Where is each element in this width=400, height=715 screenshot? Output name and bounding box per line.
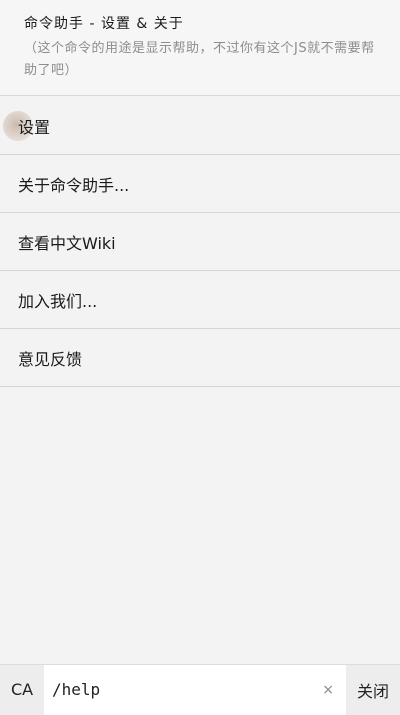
menu-item-wiki[interactable]: 查看中文Wiki — [0, 213, 400, 271]
menu-item-label: 关于命令助手... — [18, 175, 130, 195]
menu-item-settings[interactable]: 设置 — [0, 97, 400, 155]
menu-item-label: 加入我们... — [18, 291, 98, 311]
command-input[interactable] — [44, 668, 304, 711]
command-bar: CA × 关闭 — [0, 664, 400, 715]
close-button[interactable]: 关闭 — [346, 664, 400, 715]
dialog-header: 命令助手 - 设置 & 关于 （这个命令的用途是显示帮助，不过你有这个JS就不需… — [0, 0, 400, 96]
menu-item-label: 查看中文Wiki — [18, 233, 116, 253]
menu-item-label: 设置 — [18, 117, 51, 137]
menu-item-about[interactable]: 关于命令助手... — [0, 155, 400, 213]
header-subtitle: （这个命令的用途是显示帮助，不过你有这个JS就不需要帮助了吧） — [24, 41, 375, 78]
ca-button[interactable]: CA — [0, 664, 44, 715]
menu-item-join-us[interactable]: 加入我们... — [0, 271, 400, 329]
menu-item-feedback[interactable]: 意见反馈 — [0, 329, 400, 387]
command-input-wrapper: × — [44, 664, 346, 715]
header-title: 命令助手 - 设置 & 关于 — [24, 16, 184, 32]
clear-icon[interactable]: × — [322, 682, 334, 698]
menu-item-label: 意见反馈 — [18, 349, 83, 369]
settings-menu: 设置 关于命令助手... 查看中文Wiki 加入我们... 意见反馈 — [0, 97, 400, 387]
